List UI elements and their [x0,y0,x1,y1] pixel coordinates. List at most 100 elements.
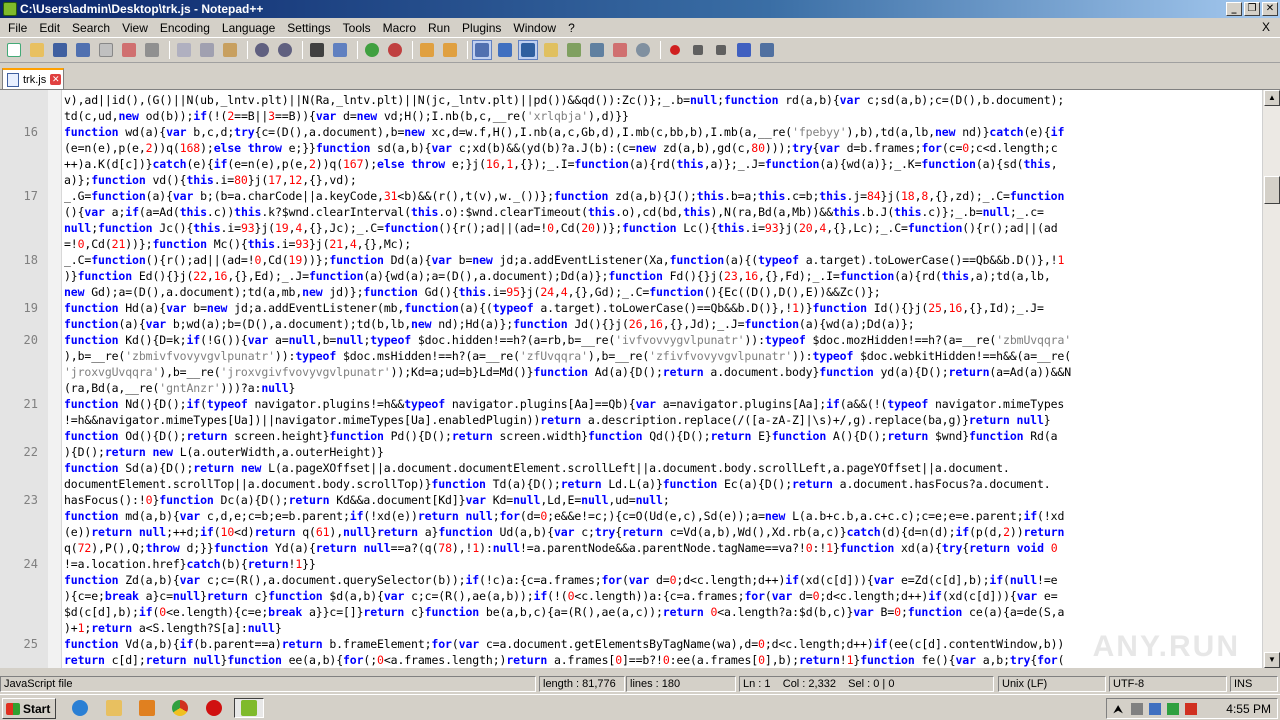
undo-button[interactable] [252,40,272,60]
code-line[interactable]: new Gd);a=(D(),a.document);td(a,mb,new j… [64,284,1258,300]
doc-map-button[interactable] [564,40,584,60]
menu-window[interactable]: Window [507,21,562,35]
code-line[interactable]: function Sd(a){D();return new L(a.pageXO… [64,460,1258,476]
find-button[interactable] [307,40,327,60]
tray-security-icon[interactable] [1185,703,1197,715]
new-file-button[interactable] [4,40,24,60]
chrome-launch[interactable] [170,699,190,717]
menu-plugins[interactable]: Plugins [456,21,507,35]
code-line[interactable]: _.C=function(){r();ad||(ad=!0,Cd(19))};f… [64,252,1258,268]
code-line[interactable]: function wd(a){var b,c,d;try{c=(D(),a.do… [64,124,1258,140]
opera-launch[interactable] [204,699,224,717]
code-line[interactable]: function Vd(a,b){if(b.parent==a)return b… [64,636,1258,652]
code-line[interactable]: function md(a,b){var c,d,e;c=b;e=b.paren… [64,508,1258,524]
play-macro-button[interactable] [711,40,731,60]
fold-margin[interactable] [48,90,62,668]
menu-tools[interactable]: Tools [337,21,377,35]
menu-view[interactable]: View [116,21,154,35]
vertical-scrollbar[interactable]: ▲ ▼ [1262,90,1280,668]
code-line[interactable]: ){D();return new L(a.outerWidth,a.outerH… [64,444,1258,460]
menu-edit[interactable]: Edit [33,21,66,35]
code-line[interactable]: 'jroxvgUvqqra'),b=__re('jroxvgivfvovyvgv… [64,364,1258,380]
close-all-button[interactable] [119,40,139,60]
menu-file[interactable]: File [2,21,33,35]
save-button[interactable] [50,40,70,60]
scroll-down-button[interactable]: ▼ [1264,652,1280,668]
code-area[interactable]: v),ad||id(),(G()||N(ub,_lntv.plt)||N(Ra,… [64,92,1258,667]
record-macro-button[interactable] [665,40,685,60]
code-line[interactable]: !=h&&navigator.mimeTypes[Ua])||navigator… [64,412,1258,428]
print-button[interactable] [142,40,162,60]
copy-button[interactable] [197,40,217,60]
run-macro-multiple-button[interactable] [734,40,754,60]
code-line[interactable]: v),ad||id(),(G()||N(ub,_lntv.plt)||N(Ra,… [64,92,1258,108]
open-file-button[interactable] [27,40,47,60]
notepadpp-task[interactable] [234,698,264,718]
zoom-out-button[interactable] [385,40,405,60]
ie-launch[interactable] [70,699,90,717]
indent-guide-button[interactable] [518,40,538,60]
menu-encoding[interactable]: Encoding [154,21,216,35]
start-button[interactable]: Start [2,698,56,719]
code-line[interactable]: function Kd(){D=k;if(!G()){var a=null,b=… [64,332,1258,348]
tray-network-icon[interactable] [1131,703,1143,715]
cut-button[interactable] [174,40,194,60]
code-line[interactable]: q(72),P(),Q;throw d;}}function Yd(a){ret… [64,540,1258,556]
code-line[interactable]: (e=n(e),p(e,2))q(168);else throw e;}}fun… [64,140,1258,156]
code-line[interactable]: td(c,ud,new od(b));if(!(2==B||3==B)){var… [64,108,1258,124]
code-line[interactable]: _.G=function(a){var b;(b=a.charCode||a.k… [64,188,1258,204]
sync-horizontal-button[interactable] [440,40,460,60]
paste-button[interactable] [220,40,240,60]
code-line[interactable]: function Zd(a,b){var c;c=(R(),a.document… [64,572,1258,588]
code-line[interactable]: ){c=e;break a}c=null}return c}function $… [64,588,1258,604]
save-macro-button[interactable] [757,40,777,60]
code-line[interactable]: )}function Ed(){}j(22,16,{},Ed);_.J=func… [64,268,1258,284]
sync-vertical-button[interactable] [417,40,437,60]
code-line[interactable]: function(a){var b;wd(a);b=(D(),a.documen… [64,316,1258,332]
save-all-button[interactable] [73,40,93,60]
menu-settings[interactable]: Settings [281,21,336,35]
code-line[interactable]: hasFocus():!0}function Dc(a){D();return … [64,492,1258,508]
code-line[interactable]: function Nd(){D();if(typeof navigator.pl… [64,396,1258,412]
minimize-button[interactable]: _ [1226,2,1242,16]
function-list-button[interactable] [587,40,607,60]
menu-search[interactable]: Search [66,21,116,35]
code-line[interactable]: (ra,Bd(a,__re('gntAnzr')))?a:null} [64,380,1258,396]
folder-workspace-button[interactable] [610,40,630,60]
code-line[interactable]: null;function Jc(){this.i=93}j(19,4,{},J… [64,220,1258,236]
tray-arrow-icon[interactable]: ⮝ [1113,702,1123,717]
monitoring-button[interactable] [633,40,653,60]
menu-run[interactable]: Run [422,21,456,35]
zoom-in-button[interactable] [362,40,382,60]
restore-button[interactable]: ❐ [1244,2,1260,16]
code-line[interactable]: (){var a;if(a=Ad(this.c))this.k?$wnd.cle… [64,204,1258,220]
code-line[interactable]: )+1;return a<S.length?S[a]:null} [64,620,1258,636]
code-line[interactable]: (e))return null;++d;if(10<d)return q(61)… [64,524,1258,540]
tab-trk-js[interactable]: trk.js ✕ [2,68,64,89]
code-line[interactable]: ),b=__re('zbmivfvovyvgvlpunatr')):typeof… [64,348,1258,364]
code-line[interactable]: return c[d];return null}function ee(a,b)… [64,652,1258,667]
scroll-thumb[interactable] [1264,176,1280,204]
code-line[interactable]: function Od(){D();return screen.height}f… [64,428,1258,444]
udl-button[interactable] [541,40,561,60]
replace-button[interactable] [330,40,350,60]
close-button-tb[interactable] [96,40,116,60]
code-line[interactable]: !=a.location.href}catch(b){return!1}} [64,556,1258,572]
code-line[interactable]: function Hd(a){var b=new jd;a.addEventLi… [64,300,1258,316]
word-wrap-button[interactable] [472,40,492,60]
code-line[interactable]: ++)a.K(d[c])}catch(e){if(e=n(e),p(e,2))q… [64,156,1258,172]
tray-volume-icon[interactable] [1149,703,1161,715]
menu-macro[interactable]: Macro [377,21,422,35]
close-document-button[interactable]: X [1262,20,1270,34]
tab-close-icon[interactable]: ✕ [50,74,62,85]
editor-pane[interactable]: 16 17 18 19 20 21 22 23 24 25 v),ad||id(),(G()||N… [0,89,1280,668]
media-player-launch[interactable] [137,699,157,717]
code-line[interactable]: documentElement.scrollTop||a.document.bo… [64,476,1258,492]
close-button[interactable]: ✕ [1262,2,1278,16]
explorer-launch[interactable] [104,699,124,717]
scroll-up-button[interactable]: ▲ [1264,90,1280,106]
code-line[interactable]: $d(c[d],b);if(0<e.length){c=e;break a}}c… [64,604,1258,620]
stop-macro-button[interactable] [688,40,708,60]
code-line[interactable]: a)};function vd(){this.i=80}j(17,12,{},v… [64,172,1258,188]
menu-help[interactable]: ? [562,21,581,35]
